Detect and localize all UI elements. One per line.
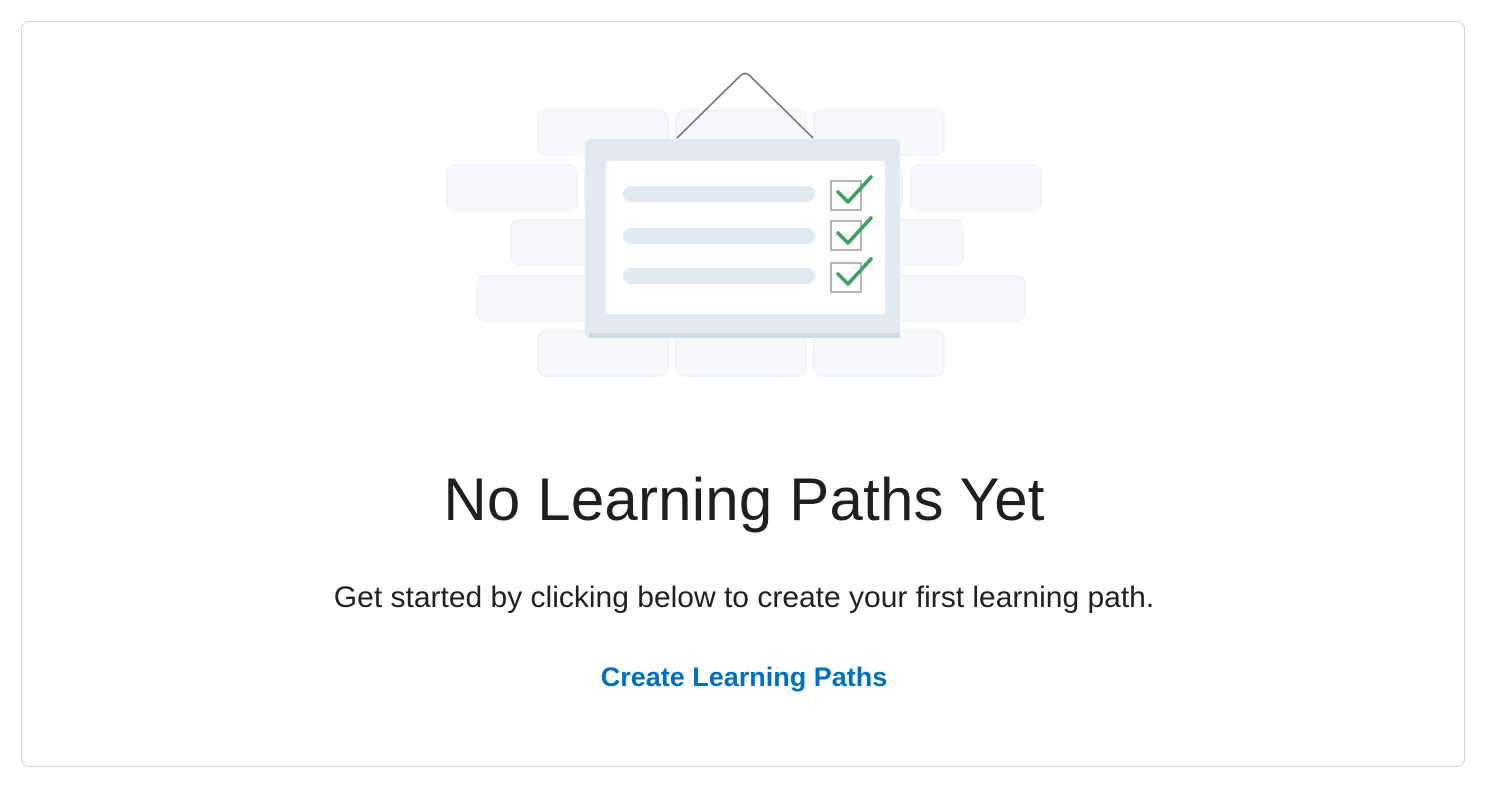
empty-state-title: No Learning Paths Yet [443, 466, 1045, 533]
checklist-board-icon [446, 72, 1042, 377]
create-learning-paths-link[interactable]: Create Learning Paths [601, 662, 888, 692]
checkbox-icon [830, 180, 862, 211]
create-learning-paths-container: Create Learning Paths [0, 659, 1488, 700]
list-line [623, 186, 815, 202]
list-line [623, 268, 815, 284]
checkbox-icon [830, 262, 862, 293]
list-line [623, 228, 815, 244]
empty-state-description: Get started by clicking below to create … [333, 581, 1155, 614]
